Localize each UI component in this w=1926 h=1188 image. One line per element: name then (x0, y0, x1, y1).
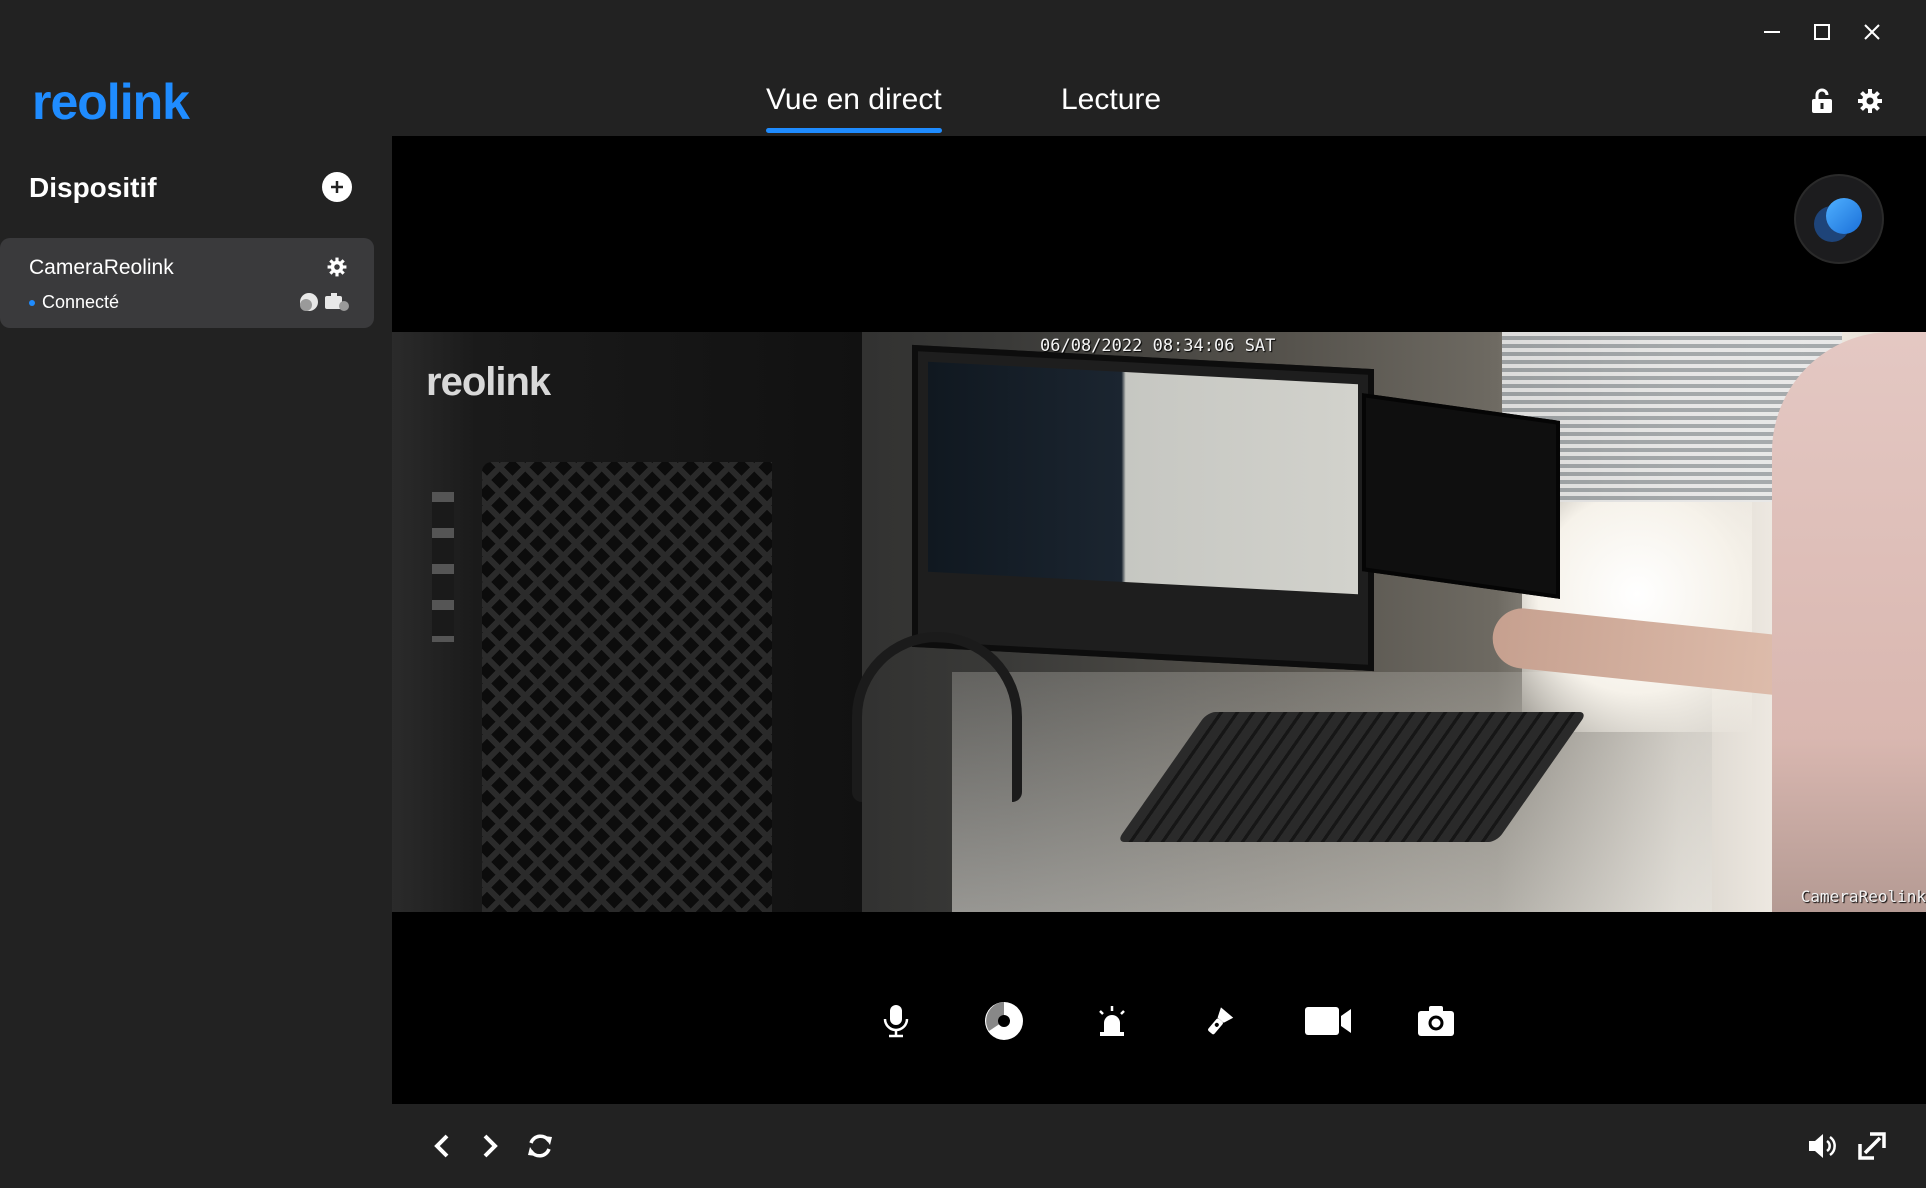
lens-badge-icon (300, 293, 318, 311)
video-camera-label: CameraReolink (1800, 887, 1926, 906)
scene-monitor-secondary (1362, 393, 1560, 599)
settings-button[interactable] (1853, 84, 1887, 118)
fullscreen-button[interactable] (1854, 1128, 1890, 1164)
device-status: Connecté (29, 292, 119, 313)
record-button[interactable] (1303, 996, 1353, 1046)
device-badges (298, 292, 350, 312)
tab-live-view[interactable]: Vue en direct (766, 78, 942, 133)
snapshot-icon (1418, 1006, 1454, 1036)
lens-icon (985, 1002, 1023, 1040)
previous-button[interactable] (424, 1128, 460, 1164)
live-controls (392, 996, 1926, 1050)
video-timestamp: 06/08/2022 08:34:06 SAT (1040, 336, 1276, 356)
title-bar: reolink Vue en direct Lecture (0, 0, 1926, 136)
volume-icon (1809, 1134, 1836, 1158)
maximize-icon (1814, 24, 1830, 40)
scene-person (1772, 332, 1926, 912)
device-name: CameraReolink (29, 256, 174, 279)
minimize-icon (1764, 31, 1780, 33)
minimize-button[interactable] (1752, 14, 1792, 50)
record-icon (1305, 1007, 1351, 1035)
scene-pc-tower (392, 332, 862, 912)
gear-icon (327, 257, 347, 277)
status-dot (29, 299, 35, 306)
camera-badge-icon (325, 293, 349, 311)
scene-headphones (852, 632, 1022, 802)
refresh-button[interactable] (522, 1128, 558, 1164)
volume-button[interactable] (1804, 1128, 1840, 1164)
talk-button[interactable] (871, 996, 921, 1046)
bottom-toolbar (392, 1104, 1926, 1188)
add-device-button[interactable] (322, 172, 352, 202)
device-status-label: Connecté (42, 292, 120, 312)
fullscreen-icon (1858, 1132, 1886, 1160)
camera-video-feed[interactable]: 06/08/2022 08:34:06 SAT reolink CameraRe… (392, 332, 1926, 912)
ai-icon (1814, 198, 1862, 242)
close-button[interactable] (1852, 14, 1892, 50)
snapshot-button[interactable] (1411, 996, 1461, 1046)
lock-icon (1812, 88, 1832, 113)
device-settings-button[interactable] (326, 256, 350, 280)
device-item-camerareolink[interactable]: CameraReolink Connecté (0, 238, 374, 328)
chevron-left-icon (434, 1134, 449, 1158)
close-icon (1864, 24, 1880, 40)
next-button[interactable] (472, 1128, 508, 1164)
spotlight-icon (1208, 1007, 1234, 1035)
main-tabs: Vue en direct Lecture (0, 78, 1926, 136)
video-watermark: reolink (426, 360, 551, 404)
gear-icon (1858, 89, 1882, 113)
siren-button[interactable] (1087, 996, 1137, 1046)
scene-monitor (912, 344, 1374, 672)
live-view-panel: 06/08/2022 08:34:06 SAT reolink CameraRe… (392, 136, 1926, 1104)
sidebar-title: Dispositif (29, 172, 157, 203)
refresh-icon (528, 1134, 552, 1158)
microphone-icon (883, 1005, 909, 1038)
tab-playback[interactable]: Lecture (1061, 78, 1161, 122)
chevron-right-icon (483, 1134, 498, 1158)
ai-detection-button[interactable] (1796, 176, 1882, 262)
siren-icon (1099, 1006, 1125, 1036)
device-sidebar: Dispositif CameraReolink Connecté (0, 136, 392, 1188)
plus-icon (331, 181, 343, 193)
maximize-button[interactable] (1802, 14, 1842, 50)
lens-switch-button[interactable] (979, 996, 1029, 1046)
lock-button[interactable] (1805, 84, 1839, 118)
spotlight-button[interactable] (1195, 996, 1245, 1046)
